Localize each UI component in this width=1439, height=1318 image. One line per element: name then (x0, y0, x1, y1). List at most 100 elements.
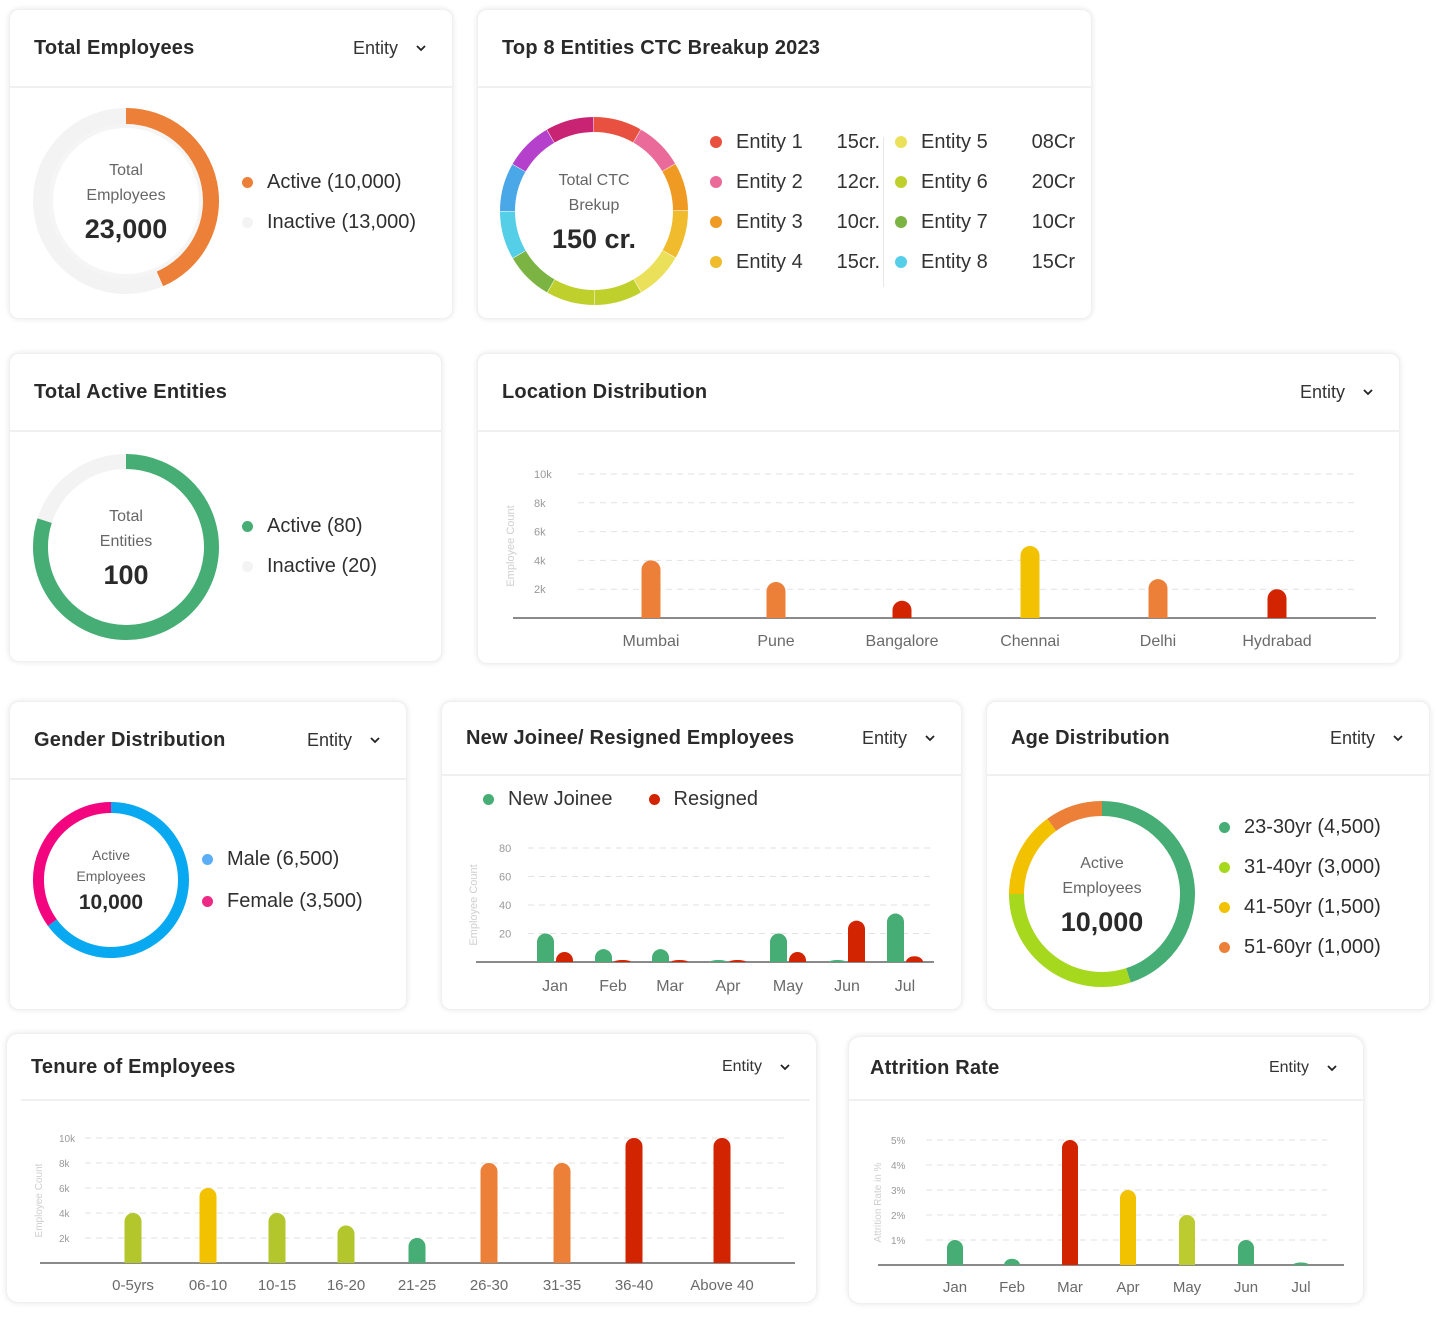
y-tick-label: 10k (59, 1134, 76, 1145)
x-tick-label: Pune (757, 633, 794, 650)
total-employees-header: Total Employees Entity (10, 10, 452, 88)
age-header: Age Distribution Entity (987, 702, 1429, 776)
total-employees-card: Total Employees Entity Total Employees 2… (9, 9, 453, 319)
legend-dot (710, 136, 722, 148)
center-value: 150 cr. (551, 223, 637, 254)
ctc-legend-item: Entity 7 10Cr (895, 202, 1075, 242)
bar (199, 1188, 217, 1263)
attrition-card: Attrition Rate Entity Attrition Rate in … (848, 1036, 1364, 1304)
ctc-legend-right: Entity 5 08Cr Entity 6 20Cr Entity 7 10Cr Enti… (895, 122, 1075, 282)
bar-new-joinee (887, 913, 904, 962)
legend-label: 31-40yr (3,000) (1244, 855, 1381, 878)
card-title: Top 8 Entities CTC Breakup 2023 (502, 36, 821, 59)
legend-dot (648, 794, 660, 805)
x-tick-label: Mar (656, 978, 684, 995)
x-tick-label: Above 40 (690, 1277, 753, 1294)
legend-item-active: Active (10,000) (242, 162, 416, 202)
center-label: Total (109, 161, 143, 179)
bar (1020, 546, 1040, 618)
card-title: Gender Distribution (34, 728, 226, 751)
y-tick-label: 10k (534, 469, 552, 481)
y-tick-label: 3% (891, 1186, 906, 1197)
entity-name: Entity 4 (736, 250, 803, 273)
legend: Active (80) Inactive (20) (242, 506, 377, 586)
chevron-down-icon (416, 45, 426, 52)
legend-dot (202, 895, 213, 907)
x-tick-label: Apr (1116, 1279, 1139, 1296)
bar-resigned (729, 960, 746, 962)
chevron-down-icon (1327, 1065, 1337, 1072)
bar (1267, 589, 1287, 618)
entity-value: 10cr. (836, 210, 880, 233)
card-title: Attrition Rate (870, 1056, 1000, 1079)
location-distribution-card: Location Distribution Entity Employee Co… (477, 353, 1400, 664)
legend-label: Male (6,500) (227, 847, 340, 870)
tenure-card: Tenure of Employees Entity Employee Coun… (6, 1033, 817, 1303)
entity-value: 08Cr (1031, 130, 1075, 153)
center-value: 10,000 (78, 891, 144, 914)
card-title: Location Distribution (502, 380, 708, 403)
bar-new-joinee (770, 933, 787, 962)
bar-resigned (848, 920, 865, 962)
y-axis-label: Employee Count (468, 864, 480, 945)
center-label: Employees (1062, 879, 1142, 897)
bar (713, 1138, 731, 1263)
entity-value: 10Cr (1031, 210, 1075, 233)
ctc-legend-item: Entity 6 20Cr (895, 162, 1075, 202)
active-entities-donut: Total Entities 100 (32, 453, 220, 641)
bar (1179, 1215, 1195, 1265)
center-value: 100 (103, 559, 149, 590)
ctc-breakup-card: Top 8 Entities CTC Breakup 2023 Total CT… (477, 9, 1092, 319)
entity-name: Entity 8 (921, 250, 988, 273)
bar (553, 1163, 571, 1263)
entity-value: 15cr. (836, 130, 880, 153)
center-label: Active (1080, 854, 1124, 872)
entity-filter-dropdown[interactable]: Entity (307, 730, 382, 751)
card-title: Tenure of Employees (31, 1055, 236, 1078)
entity-filter-dropdown[interactable]: Entity (1330, 728, 1405, 749)
legend-item-active: Active (80) (242, 506, 377, 546)
bar (1004, 1258, 1020, 1265)
header-divider (21, 1099, 810, 1101)
x-tick-label: Mumbai (623, 633, 680, 650)
dropdown-label: Entity (1299, 381, 1345, 402)
bar (641, 560, 661, 618)
legend-label: Active (10,000) (267, 170, 402, 193)
legend-dot (1219, 941, 1230, 953)
y-tick-label: 20 (499, 929, 511, 941)
legend-dot (895, 216, 907, 228)
center-label: Entities (99, 532, 153, 550)
chevron-down-icon (925, 735, 935, 742)
attrition-header: Attrition Rate Entity (849, 1037, 1363, 1101)
x-tick-label: Delhi (1140, 633, 1176, 650)
legend-dot (895, 256, 907, 268)
age-donut: Active Employees 10,000 (1008, 800, 1196, 988)
legend-label: 41-50yr (1,500) (1244, 895, 1381, 918)
x-tick-label: Feb (599, 978, 627, 995)
legend-dot (242, 176, 253, 188)
entity-filter-dropdown[interactable]: Entity (722, 1058, 792, 1076)
center-value: 10,000 (1060, 906, 1144, 937)
location-bar-chart: Employee Count 2k 4k 6k 8k 10k Mumbai Pune Banga… (505, 469, 1376, 650)
x-tick-label: 31-35 (543, 1277, 581, 1294)
donut-center: Total Employees 23,000 (32, 107, 220, 295)
legend-dot (710, 216, 722, 228)
y-tick-label: 6k (534, 527, 546, 539)
entity-filter-dropdown[interactable]: Entity (1300, 382, 1375, 403)
legend-label: New Joinee (508, 788, 613, 810)
entity-filter-dropdown[interactable]: Entity (1269, 1059, 1339, 1077)
x-tick-label: Jul (1291, 1279, 1310, 1296)
y-tick-label: 60 (499, 872, 511, 884)
legend: 23-30yr (4,500) 31-40yr (3,000) 41-50yr … (1219, 807, 1381, 967)
bar (337, 1225, 355, 1263)
center-label: Total (109, 507, 143, 525)
location-header: Location Distribution Entity (478, 354, 1399, 432)
entity-filter-dropdown[interactable]: Entity (862, 728, 937, 749)
y-tick-label: 5% (891, 1136, 906, 1147)
legend-item-new-joinee: New Joinee (483, 788, 613, 811)
entity-name: Entity 1 (736, 130, 803, 153)
bar (1120, 1190, 1136, 1265)
legend-dot (242, 520, 253, 532)
entity-filter-dropdown[interactable]: Entity (353, 38, 428, 59)
dropdown-label: Entity (1268, 1059, 1309, 1076)
